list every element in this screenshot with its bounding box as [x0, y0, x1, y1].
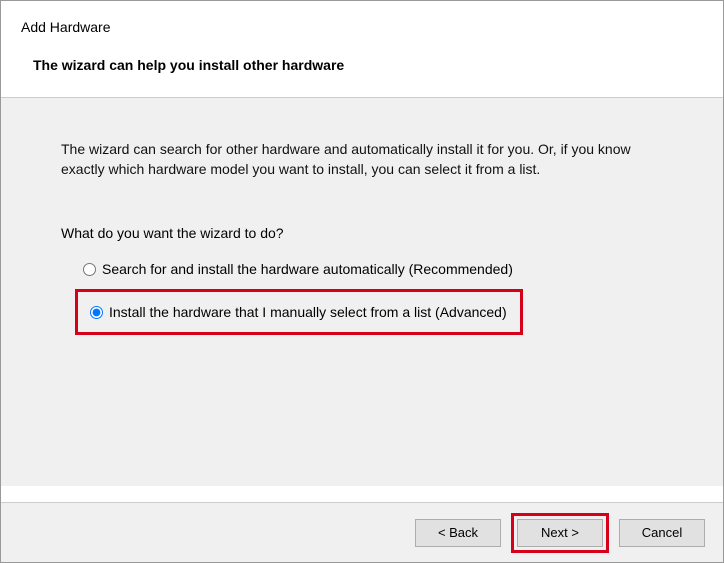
- highlight-manual-option: Install the hardware that I manually sel…: [75, 289, 523, 335]
- radio-auto[interactable]: [83, 263, 96, 276]
- next-button[interactable]: Next >: [517, 519, 603, 547]
- option-manual[interactable]: Install the hardware that I manually sel…: [86, 302, 516, 322]
- radio-manual[interactable]: [90, 306, 103, 319]
- option-auto-label: Search for and install the hardware auto…: [102, 261, 513, 277]
- wizard-subtitle: The wizard can help you install other ha…: [33, 57, 703, 73]
- prompt-text: What do you want the wizard to do?: [61, 225, 663, 241]
- option-auto[interactable]: Search for and install the hardware auto…: [79, 259, 663, 279]
- wizard-footer: < Back Next > Cancel: [1, 502, 723, 562]
- wizard-content: The wizard can search for other hardware…: [1, 98, 723, 486]
- option-manual-label: Install the hardware that I manually sel…: [109, 304, 507, 320]
- highlight-next-button: Next >: [511, 513, 609, 553]
- description-text: The wizard can search for other hardware…: [61, 140, 663, 179]
- wizard-header: Add Hardware The wizard can help you ins…: [1, 1, 723, 98]
- cancel-button[interactable]: Cancel: [619, 519, 705, 547]
- dialog-title: Add Hardware: [21, 19, 703, 35]
- back-button[interactable]: < Back: [415, 519, 501, 547]
